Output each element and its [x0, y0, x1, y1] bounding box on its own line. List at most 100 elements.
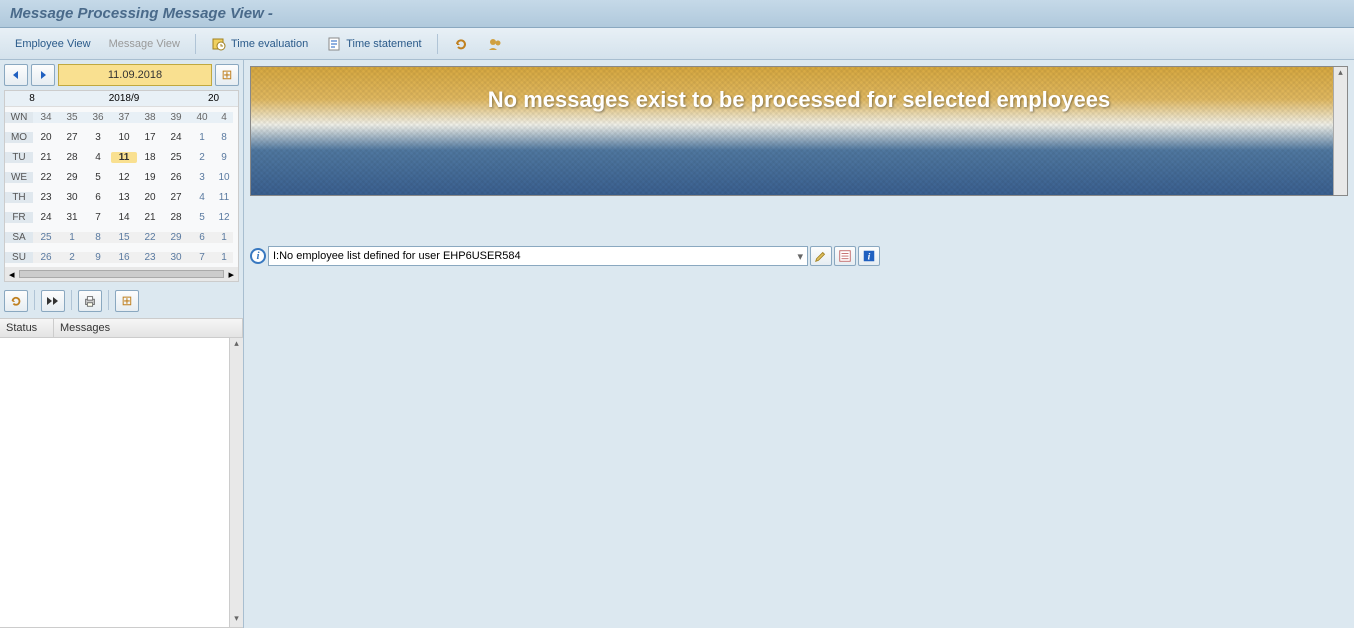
tool-print-button[interactable] [78, 290, 102, 312]
time-evaluation-button[interactable]: Time evaluation [204, 33, 315, 55]
calendar-day[interactable]: 24 [163, 132, 189, 143]
calendar-day[interactable]: 22 [137, 232, 163, 243]
calendar-day[interactable]: 6 [189, 232, 215, 243]
calendar-day[interactable]: 29 [163, 232, 189, 243]
scroll-thumb[interactable] [19, 270, 225, 278]
calendar-day[interactable]: 16 [111, 252, 137, 263]
scroll-right-icon[interactable]: ▸ [228, 268, 234, 281]
calendar-scrollbar[interactable]: ◂ ▸ [5, 267, 238, 281]
calendar-day[interactable]: 11 [111, 152, 137, 163]
calendar-day[interactable]: 20 [33, 132, 59, 143]
separator [108, 290, 109, 310]
calendar-day[interactable]: 30 [59, 192, 85, 203]
calendar-day[interactable]: 5 [85, 172, 111, 183]
calendar-day[interactable]: 31 [59, 212, 85, 223]
banner: No messages exist to be processed for se… [250, 66, 1348, 196]
calendar-day[interactable]: 5 [189, 212, 215, 223]
scroll-left-icon[interactable]: ◂ [9, 268, 15, 281]
arrow-left-icon [10, 69, 22, 81]
calendar-day[interactable]: 27 [163, 192, 189, 203]
calendar-day[interactable]: 19 [137, 172, 163, 183]
calendar-day[interactable]: 30 [163, 252, 189, 263]
status-tool-2-button[interactable] [834, 246, 856, 266]
week-num: 40 [189, 112, 215, 123]
scroll-up-icon[interactable]: ▴ [1334, 67, 1347, 81]
refresh-icon [9, 294, 23, 308]
date-picker-button[interactable] [215, 64, 239, 86]
edit-icon [814, 249, 828, 263]
dropdown-icon[interactable]: ▾ [797, 250, 803, 263]
calendar-day[interactable]: 1 [189, 132, 215, 143]
calendar-day[interactable]: 4 [189, 192, 215, 203]
status-message-dropdown[interactable]: I:No employee list defined for user EHP6… [268, 246, 808, 266]
calendar-day[interactable]: 10 [111, 132, 137, 143]
calendar-row: MO2027310172418 [5, 127, 238, 147]
calendar-day[interactable]: 1 [215, 232, 233, 243]
calendar-day[interactable]: 21 [137, 212, 163, 223]
week-num: 38 [137, 112, 163, 123]
calendar-widget: 8 2018/9 20 WN 34 35 36 37 38 39 40 4 MO… [4, 90, 239, 282]
calendar-body: MO2027310172418TU2128411182529WE22295121… [5, 127, 238, 267]
calendar-day[interactable]: 8 [215, 132, 233, 143]
time-statement-button[interactable]: Time statement [319, 33, 428, 55]
scroll-down-icon[interactable]: ▾ [230, 613, 243, 627]
calendar-day[interactable]: 17 [137, 132, 163, 143]
calendar-day[interactable]: 6 [85, 192, 111, 203]
calendar-day[interactable]: 11 [215, 192, 233, 203]
scroll-up-icon[interactable]: ▴ [230, 338, 243, 352]
calendar-day[interactable]: 18 [137, 152, 163, 163]
calendar-day[interactable]: 26 [163, 172, 189, 183]
calendar-day[interactable]: 25 [33, 232, 59, 243]
calendar-day[interactable]: 3 [189, 172, 215, 183]
calendar-day[interactable]: 3 [85, 132, 111, 143]
calendar-day[interactable]: 9 [215, 152, 233, 163]
calendar-day[interactable]: 1 [215, 252, 233, 263]
calendar-day[interactable]: 21 [33, 152, 59, 163]
calendar-day[interactable]: 28 [163, 212, 189, 223]
calendar-day[interactable]: 15 [111, 232, 137, 243]
calendar-day[interactable]: 23 [33, 192, 59, 203]
calendar-day[interactable]: 8 [85, 232, 111, 243]
status-message-text: I:No employee list defined for user EHP6… [273, 250, 521, 262]
table-scrollbar[interactable]: ▴ ▾ [229, 338, 243, 627]
calendar-day[interactable]: 7 [85, 212, 111, 223]
calendar-day[interactable]: 9 [85, 252, 111, 263]
calendar-day[interactable]: 10 [215, 172, 233, 183]
toolbar-people-button[interactable] [480, 33, 510, 55]
tool-layout-button[interactable] [115, 290, 139, 312]
calendar-day[interactable]: 12 [215, 212, 233, 223]
week-num: 39 [163, 112, 189, 123]
calendar-day[interactable]: 7 [189, 252, 215, 263]
employee-view-button[interactable]: Employee View [8, 35, 98, 53]
tool-ff-button[interactable] [41, 290, 65, 312]
calendar-day[interactable]: 22 [33, 172, 59, 183]
calendar-day[interactable]: 12 [111, 172, 137, 183]
current-date-field[interactable]: 11.09.2018 [58, 64, 212, 86]
calendar-day[interactable]: 24 [33, 212, 59, 223]
calendar-day[interactable]: 2 [59, 252, 85, 263]
week-num: 37 [111, 112, 137, 123]
time-statement-icon [326, 36, 342, 52]
calendar-day[interactable]: 2 [189, 152, 215, 163]
calendar-day[interactable]: 23 [137, 252, 163, 263]
calendar-row: TU2128411182529 [5, 147, 238, 167]
col-messages[interactable]: Messages [54, 319, 243, 337]
calendar-day[interactable]: 13 [111, 192, 137, 203]
tool-refresh-button[interactable] [4, 290, 28, 312]
calendar-day[interactable]: 26 [33, 252, 59, 263]
calendar-day[interactable]: 29 [59, 172, 85, 183]
status-tool-1-button[interactable] [810, 246, 832, 266]
calendar-day[interactable]: 4 [85, 152, 111, 163]
calendar-day[interactable]: 1 [59, 232, 85, 243]
banner-scrollbar[interactable]: ▴ [1333, 67, 1347, 195]
date-next-button[interactable] [31, 64, 55, 86]
calendar-day[interactable]: 27 [59, 132, 85, 143]
col-status[interactable]: Status [0, 319, 54, 337]
status-tool-3-button[interactable]: i [858, 246, 880, 266]
calendar-day[interactable]: 14 [111, 212, 137, 223]
calendar-day[interactable]: 20 [137, 192, 163, 203]
calendar-day[interactable]: 28 [59, 152, 85, 163]
date-prev-button[interactable] [4, 64, 28, 86]
calendar-day[interactable]: 25 [163, 152, 189, 163]
toolbar-refresh-button[interactable] [446, 33, 476, 55]
